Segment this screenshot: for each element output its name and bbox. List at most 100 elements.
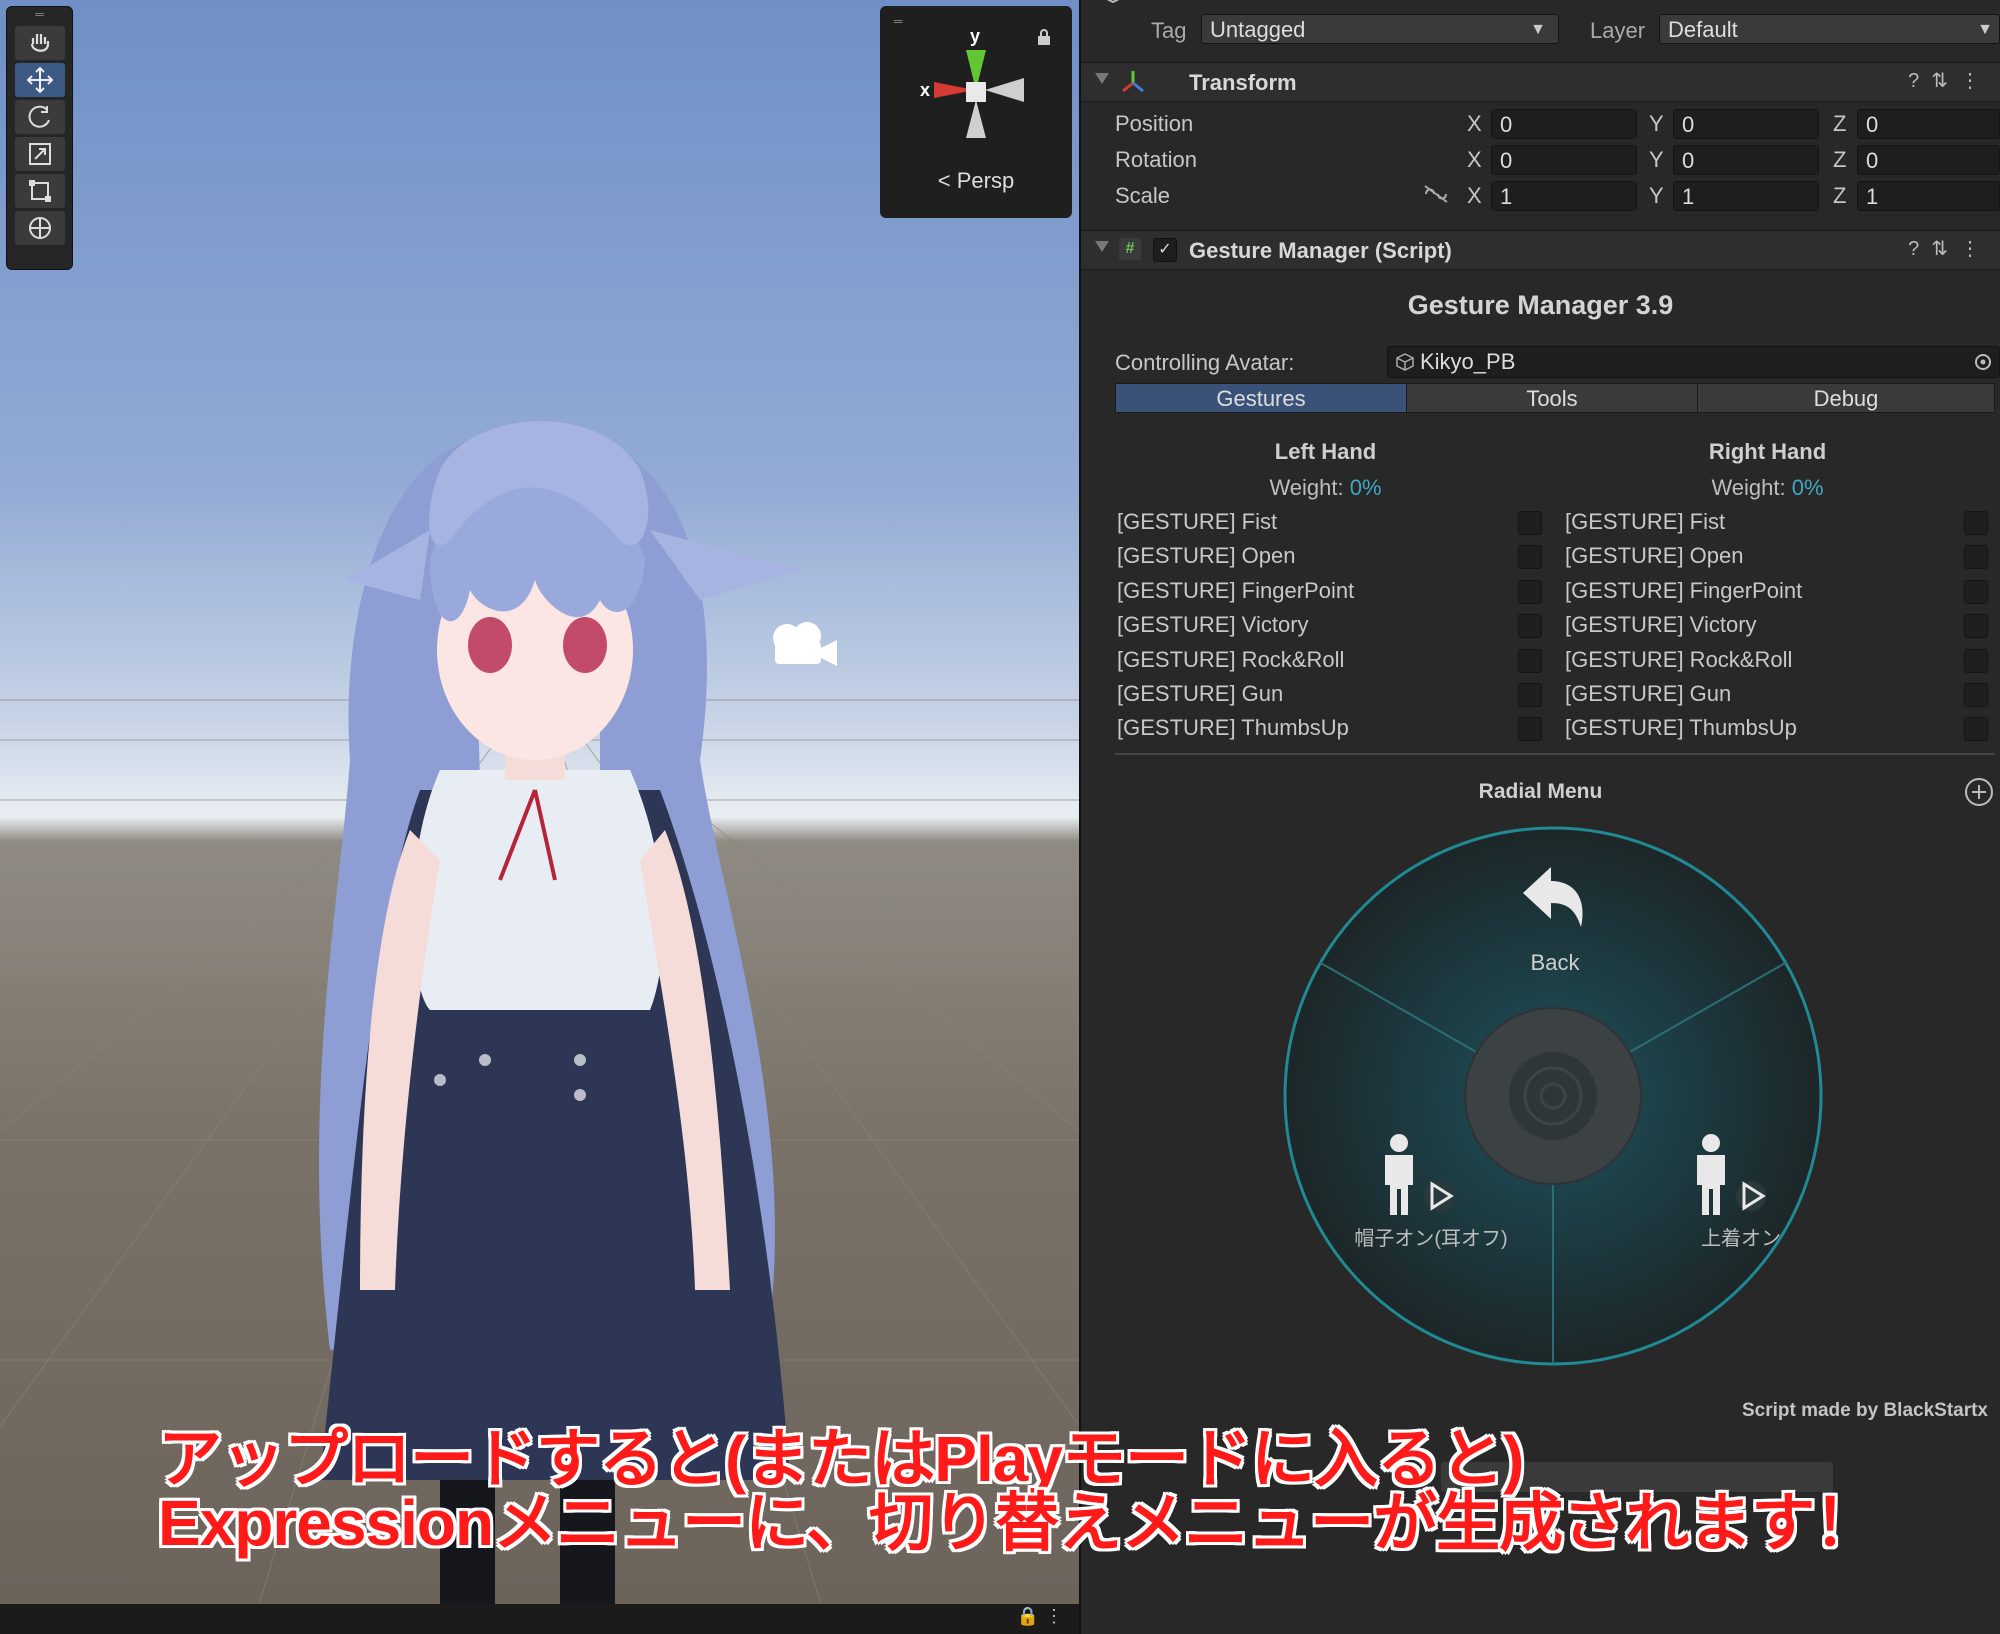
back-arrow-icon[interactable] [1519,865,1589,935]
left-gesture-checkbox[interactable] [1518,717,1542,742]
axis-z-label: Z [1833,147,1847,172]
tag-value: Untagged [1210,17,1306,42]
left-gesture-checkbox[interactable] [1518,579,1542,604]
left-gesture-label: [GESTURE] Open [1117,543,1296,569]
camera-icon[interactable] [765,620,845,680]
section-divider [1115,753,1995,755]
layer-dropdown[interactable]: Default ▼ [1659,14,2000,44]
script-icon: # [1119,238,1141,260]
prefab-cube-icon [1396,353,1414,371]
transform-scale-y[interactable]: 1 [1673,181,1819,211]
left-gesture-label: [GESTURE] ThumbsUp [1117,715,1349,741]
help-icon[interactable]: ? [1908,70,1931,92]
right-gesture-checkbox[interactable] [1964,545,1988,570]
more-options-icon[interactable]: ⋮ [1960,70,1992,92]
help-icon[interactable]: ? [1908,238,1931,260]
transform-scale-x[interactable]: 1 [1491,181,1637,211]
scale-tool-button[interactable] [14,137,65,171]
scene-view[interactable]: ═ ═ y x < Persp 🔒 ⋮ [0,0,1079,1634]
settings-sliders-icon[interactable]: ⇅ [1931,70,1960,92]
chevron-down-icon: ▼ [1977,21,1993,38]
transform-position-z[interactable]: 0 [1857,109,2000,139]
transform-position-label: Position [1115,111,1194,136]
transform-position-x[interactable]: 0 [1491,109,1637,139]
right-gesture-label: [GESTURE] FingerPoint [1565,577,1803,603]
rotate-tool-button[interactable] [14,100,65,134]
foldout-arrow-icon[interactable] [1095,73,1109,84]
left-gesture-label: [GESTURE] FingerPoint [1117,577,1355,603]
transform-header[interactable]: Transform ?⇅⋮ [1081,62,2000,102]
hand-tool-button[interactable] [14,26,65,60]
transform-tool-button[interactable] [14,211,65,245]
caption-line-2: Expressionメニューに、切り替えメニューが生成されます！ [158,1487,1878,1559]
left-gesture-label: [GESTURE] Victory [1117,612,1309,638]
right-gesture-label: [GESTURE] ThumbsUp [1565,715,1797,741]
left-gesture-checkbox[interactable] [1518,648,1542,673]
constrain-proportions-icon[interactable] [1423,184,1449,204]
settings-sliders-icon[interactable]: ⇅ [1931,238,1960,260]
credit-text: Script made by BlackStartx [1741,1400,1988,1421]
lock-icon[interactable]: 🔒 [1017,1606,1039,1627]
scene-toolbar: ═ [6,6,73,270]
axis-y-label: Y [1649,147,1664,172]
avatar-object-field[interactable]: Kikyo_PB [1387,346,2000,378]
foldout-arrow-icon[interactable] [1095,241,1109,252]
radial-left-item-label[interactable]: 帽子オン(耳オフ) [1301,1222,1561,1251]
right-gesture-checkbox[interactable] [1964,648,1988,673]
right-gesture-checkbox[interactable] [1964,717,1988,742]
orientation-gizmo[interactable]: ═ y x < Persp [880,6,1072,218]
transform-position-y[interactable]: 0 [1673,109,1819,139]
gesture-manager-header[interactable]: # ✓ Gesture Manager (Script) ?⇅⋮ [1081,230,2000,270]
left-gesture-checkbox[interactable] [1518,545,1542,570]
gizmo-y-label: y [970,26,980,46]
add-circle-icon[interactable] [1964,777,1994,807]
projection-toggle[interactable]: < Persp [880,168,1072,194]
right-gesture-label: [GESTURE] Victory [1565,612,1757,638]
tab-tools[interactable]: Tools [1406,383,1698,413]
left-gesture-checkbox[interactable] [1518,614,1542,639]
right-gesture-checkbox[interactable] [1964,579,1988,604]
component-actions: ?⇅⋮ [1908,68,1992,93]
transform-scale-z[interactable]: 1 [1857,181,2000,211]
persp-label: Persp [956,168,1015,193]
left-gesture-checkbox[interactable] [1518,683,1542,707]
more-options-icon[interactable]: ⋮ [1045,1606,1063,1627]
left-gesture-label: [GESTURE] Fist [1117,509,1278,534]
right-gesture-checkbox[interactable] [1964,683,1988,707]
transform-icon [1122,71,1144,93]
object-picker-icon[interactable] [1973,352,1993,372]
left-gesture-label: [GESTURE] Gun [1117,681,1284,706]
gizmo-grip[interactable]: ═ [894,14,903,28]
right-gesture-checkbox[interactable] [1964,511,1988,535]
layer-label: Layer [1590,18,1646,43]
avatar-model[interactable] [0,0,1079,1634]
scene-statusbar: 🔒 ⋮ [0,1604,1079,1634]
tab-gestures[interactable]: Gestures [1115,383,1407,413]
right-gesture-checkbox[interactable] [1964,614,1988,639]
radial-right-item-label[interactable]: 上着オン [1641,1222,1841,1251]
transform-rotation-z[interactable]: 0 [1857,145,2000,175]
rect-transform-icon [28,180,51,202]
persp-arrow-icon: < [937,168,951,193]
toolbar-grip[interactable]: ═ [7,7,72,23]
axis-z-label: Z [1833,111,1847,136]
transform-rotation-x[interactable]: 0 [1491,145,1637,175]
rect-tool-button[interactable] [14,174,65,208]
avatar-name: Kikyo_PB [1420,349,1516,374]
axis-y-label: Y [1649,111,1664,136]
chevron-down-icon: ▼ [1530,21,1546,38]
tab-debug[interactable]: Debug [1697,383,1995,413]
component-enabled-checkbox[interactable]: ✓ [1153,238,1177,262]
more-options-icon[interactable]: ⋮ [1960,238,1992,260]
axis-y-label: Y [1649,183,1664,208]
weight-label: Weight: [1269,475,1344,500]
transform-rotation-y[interactable]: 0 [1673,145,1819,175]
layer-value: Default [1668,17,1738,42]
move-tool-button[interactable] [14,63,65,97]
left-gesture-label: [GESTURE] Rock&Roll [1117,646,1345,672]
submenu-play-icon [1736,1181,1766,1211]
left-gesture-checkbox[interactable] [1518,511,1542,535]
tag-dropdown[interactable]: Untagged ▼ [1201,14,1559,44]
axis-x-label: X [1467,147,1482,172]
component-actions: ?⇅⋮ [1908,236,1992,261]
